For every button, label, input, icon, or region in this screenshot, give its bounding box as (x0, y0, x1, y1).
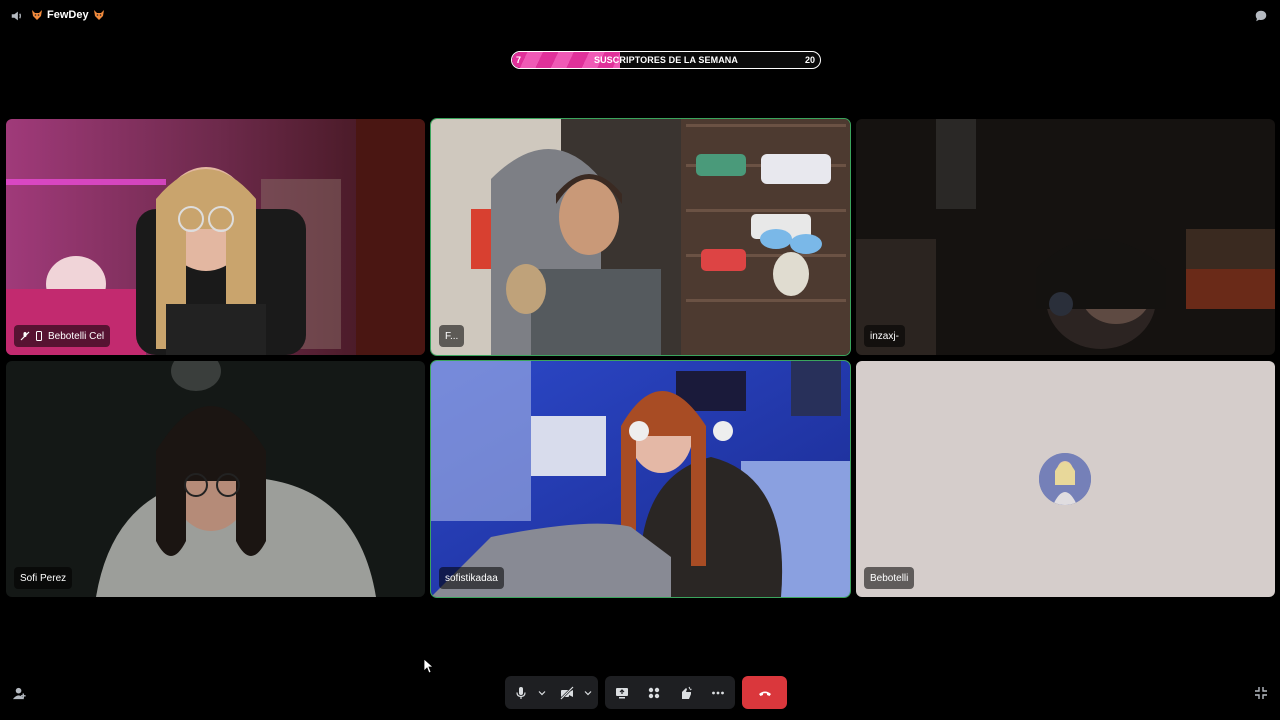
microphone-options-button[interactable] (535, 679, 549, 707)
hang-up-icon (758, 691, 771, 696)
media-controls (505, 676, 598, 709)
soundboard-icon (682, 686, 692, 699)
speaker-icon[interactable] (10, 9, 24, 23)
video-tile-bebotelli[interactable]: Bebotelli (856, 361, 1275, 597)
activities-button[interactable] (640, 679, 668, 707)
participant-name-tag: F... (439, 325, 465, 347)
disconnect-button[interactable] (742, 676, 787, 709)
mouse-cursor-icon (423, 658, 433, 674)
chevron-down-icon (584, 690, 592, 695)
top-bar: FewDey (0, 0, 1280, 32)
subscriber-goal-bar: 7 SUSCRIPTORES DE LA SEMANA 20 (511, 51, 821, 69)
avatar (1039, 453, 1091, 505)
camera-button[interactable] (553, 679, 581, 707)
screen-share-icon (616, 687, 628, 698)
phone-icon (36, 331, 42, 341)
video-tile-inzaxj[interactable]: inzaxj- (856, 119, 1275, 355)
video-feed (431, 361, 850, 597)
screen-share-button[interactable] (608, 679, 636, 707)
participant-name-tag: Bebotelli (864, 567, 915, 589)
fox-icon (93, 10, 104, 20)
video-tile-f[interactable]: F... (430, 118, 851, 356)
video-feed (431, 119, 850, 355)
participant-name: Bebotelli Cel (48, 330, 105, 342)
more-options-button[interactable] (704, 679, 732, 707)
participant-name: Bebotelli (870, 572, 909, 584)
participant-name-tag: sofistikadaa (439, 567, 504, 589)
participant-name-tag: Bebotelli Cel (14, 325, 111, 347)
video-tile-sofistikadaa[interactable]: sofistikadaa (430, 360, 851, 598)
goal-title: SUSCRIPTORES DE LA SEMANA (593, 55, 739, 65)
video-tile-sofi-perez[interactable]: Sofi Perez (6, 361, 425, 597)
fox-icon (32, 10, 42, 20)
channel-name: FewDey (47, 9, 89, 21)
participant-name-tag: Sofi Perez (14, 567, 73, 589)
participant-name-tag: inzaxj- (864, 325, 905, 347)
participant-name: F... (445, 330, 459, 342)
camera-options-button[interactable] (581, 679, 595, 707)
participant-name: Sofi Perez (20, 572, 67, 584)
soundboard-button[interactable] (672, 679, 700, 707)
microphone-button[interactable] (507, 679, 535, 707)
participant-name: sofistikadaa (445, 572, 498, 584)
activity-controls (605, 676, 735, 709)
more-icon (712, 691, 724, 694)
add-person-icon[interactable] (12, 686, 27, 701)
chevron-down-icon (538, 690, 546, 695)
chat-icon[interactable] (1254, 9, 1268, 23)
mic-muted-icon (20, 331, 30, 341)
video-feed (856, 119, 1275, 355)
video-feed (6, 119, 425, 355)
video-feed (6, 361, 425, 597)
camera-off-icon (560, 685, 574, 700)
microphone-icon (516, 686, 526, 699)
goal-target: 20 (804, 55, 815, 65)
activities-icon (648, 687, 660, 698)
participant-name: inzaxj- (870, 330, 899, 342)
video-tile-bebotelli-cel[interactable]: Bebotelli Cel (6, 119, 425, 355)
exit-fullscreen-icon[interactable] (1254, 686, 1268, 700)
channel-title: FewDey (31, 9, 105, 21)
